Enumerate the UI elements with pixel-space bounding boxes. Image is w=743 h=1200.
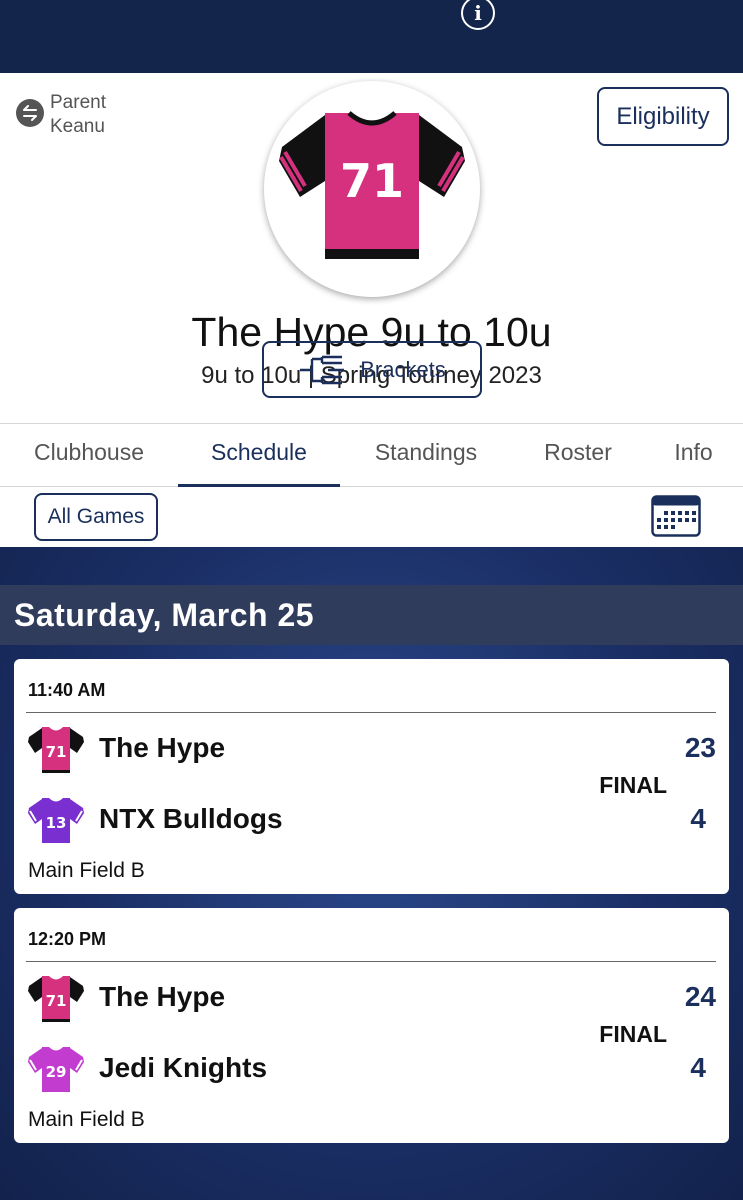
team-name: Jedi Knights <box>99 1052 268 1083</box>
all-games-button[interactable]: All Games <box>34 493 158 541</box>
filter-row: All Games <box>0 487 743 547</box>
team-logo: 71 <box>264 81 480 297</box>
schedule-date-header: Saturday, March 25 <box>0 585 743 645</box>
brackets-label: Brackets <box>360 356 446 382</box>
switch-arrows-icon <box>16 99 44 127</box>
game-card[interactable]: 12:20 PM 71 The Hype 24 FINAL 29 Jedi Kn… <box>14 908 729 1143</box>
game-time: 12:20 PM <box>28 929 107 949</box>
tab-schedule[interactable]: Schedule <box>178 424 340 487</box>
divider <box>26 712 716 713</box>
team-score: 4 <box>690 1052 706 1083</box>
switch-user-button[interactable]: Parent Keanu <box>16 91 106 139</box>
team-header: Parent Keanu Eligibility 71 The Hype 9u … <box>0 73 743 423</box>
jersey-icon: 29 <box>28 1047 84 1092</box>
brackets-button[interactable]: Brackets <box>262 341 482 398</box>
jersey-icon: 13 <box>28 798 84 843</box>
team-score: 23 <box>684 732 716 763</box>
tab-clubhouse[interactable]: Clubhouse <box>0 424 178 487</box>
team-row-home: 71 The Hype 24 <box>26 971 716 1027</box>
jersey-number: 29 <box>46 1063 67 1081</box>
team-score: 4 <box>690 803 706 834</box>
calendar-icon[interactable] <box>651 495 701 542</box>
divider <box>26 961 716 962</box>
game-venue: Main Field B <box>28 1108 145 1131</box>
jersey-icon: 71 <box>28 976 84 1022</box>
team-name: The Hype <box>99 732 226 763</box>
eligibility-button[interactable]: Eligibility <box>597 87 729 146</box>
tab-info[interactable]: Info <box>644 424 743 487</box>
team-row-away: 13 NTX Bulldogs 4 <box>26 793 716 849</box>
jersey-number: 13 <box>46 814 67 832</box>
team-jersey-icon: 71 <box>279 111 465 259</box>
jersey-number: 71 <box>46 992 67 1010</box>
team-score: 24 <box>684 981 716 1012</box>
switch-user-name: Keanu <box>50 116 105 137</box>
info-icon[interactable]: i <box>461 0 495 30</box>
jersey-number: 71 <box>46 743 67 761</box>
game-venue: Main Field B <box>28 859 145 882</box>
tab-roster[interactable]: Roster <box>512 424 644 487</box>
tab-standings[interactable]: Standings <box>340 424 512 487</box>
bracket-icon <box>300 355 345 384</box>
game-card[interactable]: 11:40 AM 71 The Hype 23 FINAL 13 NTX Bul… <box>14 659 729 894</box>
team-row-home: 71 The Hype 23 <box>26 722 716 778</box>
team-name: NTX Bulldogs <box>99 803 283 834</box>
game-time: 11:40 AM <box>28 680 106 700</box>
team-name: The Hype <box>99 981 226 1012</box>
schedule-content[interactable]: Saturday, March 25 11:40 AM 71 The Hype … <box>0 547 743 1200</box>
tab-bar: Clubhouse Schedule Standings Roster Info <box>0 423 743 487</box>
top-bar: i <box>0 0 743 73</box>
jersey-icon: 71 <box>28 727 84 773</box>
switch-user-role: Parent <box>50 92 106 113</box>
team-logo-number: 71 <box>340 154 404 208</box>
team-row-away: 29 Jedi Knights 4 <box>26 1042 716 1098</box>
